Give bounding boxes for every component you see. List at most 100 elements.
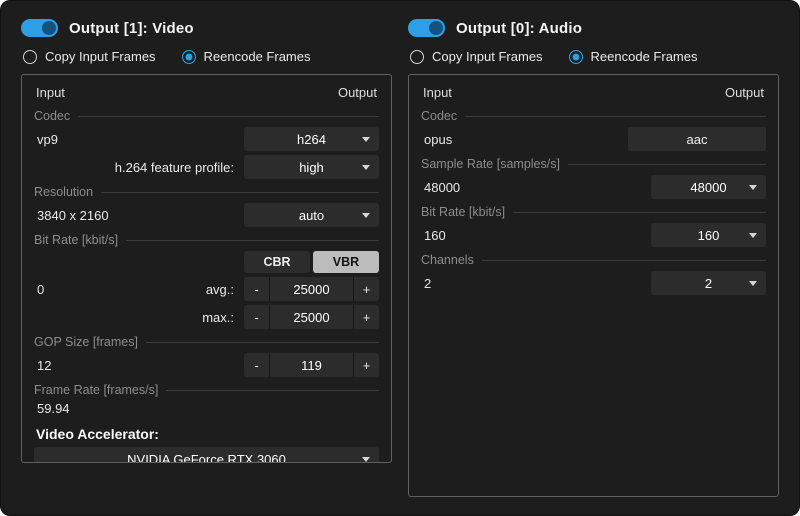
section-label: Sample Rate [samples/s] [421, 157, 560, 171]
input-column-label: Input [36, 85, 65, 100]
increment-button[interactable]: + [353, 353, 379, 377]
audio-bitrate-dropdown[interactable]: 160 [651, 223, 766, 247]
increment-button[interactable]: + [353, 305, 379, 329]
h264-profile-dropdown[interactable]: high [244, 155, 379, 179]
video-reencode-frames-radio[interactable]: Reencode Frames [182, 49, 311, 64]
codec-section-header: Codec [421, 109, 766, 123]
channels-dropdown[interactable]: 2 [651, 271, 766, 295]
section-label: Codec [34, 109, 70, 123]
resolution-dropdown[interactable]: auto [244, 203, 379, 227]
section-label: Codec [421, 109, 457, 123]
audio-codec-row: opus aac [421, 127, 766, 151]
video-copy-input-frames-radio[interactable]: Copy Input Frames [23, 49, 156, 64]
cbr-button[interactable]: CBR [244, 251, 310, 273]
input-resolution-value: 3840 x 2160 [34, 208, 109, 223]
increment-button[interactable]: + [353, 277, 379, 301]
input-channels-value: 2 [421, 276, 431, 291]
gop-size-spinner: - 119 + [244, 353, 379, 377]
section-divider [146, 342, 379, 343]
video-mode-radio-group: Copy Input Frames Reencode Frames [23, 49, 392, 64]
dropdown-value: 48000 [690, 180, 726, 195]
dropdown-value: NVIDIA GeForce RTX 3060 [127, 452, 286, 464]
section-divider [101, 192, 379, 193]
radio-label: Copy Input Frames [432, 49, 543, 64]
output-column-label: Output [725, 85, 764, 100]
max-label: max.: [202, 310, 234, 325]
bitrate-section-header: Bit Rate [kbit/s] [34, 233, 379, 247]
video-accelerator-label: Video Accelerator: [36, 426, 379, 442]
radio-checked-icon [569, 50, 583, 64]
rate-mode-row: CBR VBR [34, 251, 379, 273]
gop-section-header: GOP Size [frames] [34, 335, 379, 349]
audio-copy-input-frames-radio[interactable]: Copy Input Frames [410, 49, 543, 64]
radio-unchecked-icon [410, 50, 424, 64]
video-panel-title: Output [1]: Video [69, 20, 194, 37]
max-bitrate-spinner: - 25000 + [244, 305, 379, 329]
audio-panel-title: Output [0]: Audio [456, 20, 582, 37]
radio-checked-icon [182, 50, 196, 64]
video-codec-dropdown[interactable]: h264 [244, 127, 379, 151]
toggle-knob-icon [429, 21, 443, 35]
avg-bitrate-controls: avg.: - 25000 + [206, 277, 379, 301]
section-divider [513, 212, 766, 213]
transcode-settings-window: Output [1]: Video Copy Input Frames Reen… [0, 0, 800, 516]
input-gop-value: 12 [34, 358, 51, 373]
resolution-row: 3840 x 2160 auto [34, 203, 379, 227]
section-label: Bit Rate [kbit/s] [421, 205, 505, 219]
avg-bitrate-value[interactable]: 25000 [270, 277, 353, 301]
audio-settings-groupbox: Input Output Codec opus aac Sample Rate … [408, 74, 779, 497]
avg-bitrate-spinner: - 25000 + [244, 277, 379, 301]
framerate-section-header: Frame Rate [frames/s] [34, 383, 379, 397]
dropdown-value: high [299, 160, 324, 175]
section-divider [465, 116, 766, 117]
sample-rate-dropdown[interactable]: 48000 [651, 175, 766, 199]
video-output-panel: Output [1]: Video Copy Input Frames Reen… [21, 15, 392, 501]
audio-codec-button[interactable]: aac [628, 127, 766, 151]
channels-section-header: Channels [421, 253, 766, 267]
dropdown-value: auto [299, 208, 324, 223]
dropdown-value: 160 [698, 228, 720, 243]
video-panel-header: Output [1]: Video [21, 15, 392, 41]
avg-bitrate-row: 0 avg.: - 25000 + [34, 277, 379, 301]
section-divider [78, 116, 379, 117]
gop-size-value[interactable]: 119 [270, 353, 353, 377]
chevron-down-icon [749, 281, 757, 286]
channels-row: 2 2 [421, 271, 766, 295]
codec-row: vp9 h264 [34, 127, 379, 151]
toggle-knob-icon [42, 21, 56, 35]
video-output-toggle[interactable] [21, 19, 58, 37]
codec-section-header: Codec [34, 109, 379, 123]
input-bitrate-value: 0 [34, 282, 44, 297]
output-column-label: Output [338, 85, 377, 100]
samplerate-section-header: Sample Rate [samples/s] [421, 157, 766, 171]
gop-row: 12 - 119 + [34, 353, 379, 377]
input-codec-value: vp9 [34, 132, 58, 147]
chevron-down-icon [362, 213, 370, 218]
audio-reencode-frames-radio[interactable]: Reencode Frames [569, 49, 698, 64]
section-label: Frame Rate [frames/s] [34, 383, 158, 397]
section-divider [482, 260, 766, 261]
chevron-down-icon [749, 233, 757, 238]
samplerate-row: 48000 48000 [421, 175, 766, 199]
radio-unchecked-icon [23, 50, 37, 64]
decrement-button[interactable]: - [244, 277, 270, 301]
framerate-row: 59.94 [34, 401, 379, 416]
video-settings-groupbox: Input Output Codec vp9 h264 h.264 featur… [21, 74, 392, 463]
audio-column-header: Input Output [421, 83, 766, 105]
profile-label: h.264 feature profile: [115, 160, 234, 175]
input-column-label: Input [423, 85, 452, 100]
max-bitrate-value[interactable]: 25000 [270, 305, 353, 329]
section-divider [166, 390, 379, 391]
radio-label: Reencode Frames [591, 49, 698, 64]
video-accelerator-dropdown[interactable]: NVIDIA GeForce RTX 3060 [34, 447, 379, 463]
chevron-down-icon [362, 137, 370, 142]
dropdown-value: h264 [297, 132, 326, 147]
max-bitrate-row: max.: - 25000 + [34, 305, 379, 329]
vbr-button[interactable]: VBR [313, 251, 379, 273]
decrement-button[interactable]: - [244, 305, 270, 329]
rate-mode-segmented-control: CBR VBR [244, 251, 379, 273]
audio-output-toggle[interactable] [408, 19, 445, 37]
section-divider [126, 240, 379, 241]
radio-label: Copy Input Frames [45, 49, 156, 64]
decrement-button[interactable]: - [244, 353, 270, 377]
